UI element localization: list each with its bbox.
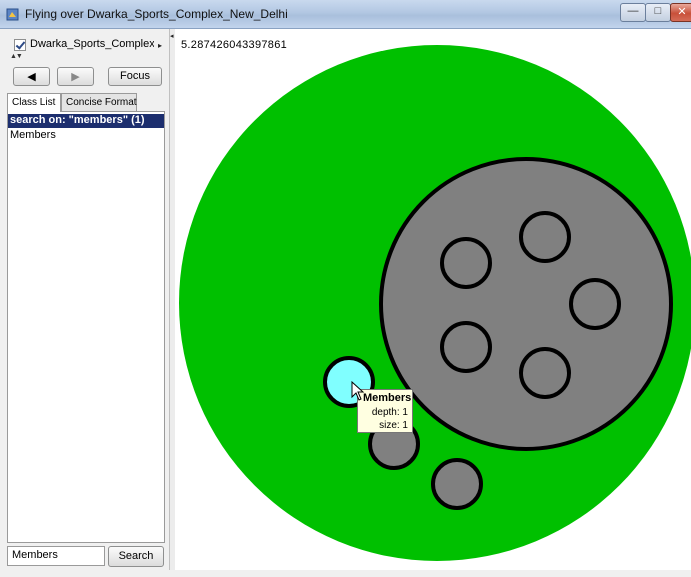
back-button[interactable]: ◀ bbox=[13, 67, 50, 86]
dataset-checkbox-label[interactable]: Dwarka_Sports_Complex_N bbox=[30, 38, 154, 50]
node-tooltip: Members depth: 1 size: 1 bbox=[357, 389, 413, 433]
leaf-circle[interactable] bbox=[440, 321, 492, 373]
leaf-circle[interactable] bbox=[569, 278, 621, 330]
close-button[interactable]: ✕ bbox=[670, 3, 691, 22]
panel-expand-icon[interactable]: ▸ bbox=[158, 41, 162, 50]
tooltip-title: Members bbox=[363, 392, 412, 404]
app-icon bbox=[6, 8, 19, 21]
leaf-circle[interactable] bbox=[440, 237, 492, 289]
visualization-canvas[interactable]: 5.287426043397861 bbox=[175, 29, 691, 577]
left-panel: Dwarka_Sports_Complex_N ▸ ▲▼ ◀ ▶ Focus C… bbox=[0, 29, 170, 577]
dataset-checkbox[interactable] bbox=[14, 39, 26, 51]
focus-button[interactable]: Focus bbox=[108, 67, 162, 86]
tooltip-depth: depth: 1 bbox=[371, 407, 408, 418]
small-circle[interactable] bbox=[431, 458, 483, 510]
bottom-bar bbox=[0, 570, 691, 577]
mouse-cursor-icon bbox=[351, 381, 365, 401]
window-title-bar[interactable]: Flying over Dwarka_Sports_Complex_New_De… bbox=[0, 0, 691, 29]
search-input[interactable]: Members bbox=[7, 546, 105, 566]
forward-button[interactable]: ▶ bbox=[57, 67, 94, 86]
leaf-circle[interactable] bbox=[519, 347, 571, 399]
window-title: Flying over Dwarka_Sports_Complex_New_De… bbox=[25, 7, 288, 21]
circle-packing-view[interactable] bbox=[175, 29, 691, 577]
tab-concise-format[interactable]: Concise Format bbox=[61, 93, 137, 111]
maximize-icon: □ bbox=[654, 5, 662, 17]
leaf-circle[interactable] bbox=[519, 211, 571, 263]
tooltip-size: size: 1 bbox=[379, 420, 408, 431]
splitter-collapse-icon[interactable]: ◂ bbox=[170, 32, 174, 40]
search-results-header: search on: "members" (1) bbox=[8, 114, 164, 128]
focus-button-label: Focus bbox=[120, 70, 150, 82]
minimize-icon: — bbox=[627, 5, 639, 17]
back-arrow-icon: ◀ bbox=[27, 71, 36, 83]
maximize-button[interactable]: □ bbox=[645, 3, 671, 22]
search-button[interactable]: Search bbox=[108, 546, 164, 567]
child-circle-large[interactable] bbox=[379, 157, 673, 451]
minimize-button[interactable]: — bbox=[620, 3, 646, 22]
list-item[interactable]: Members bbox=[10, 129, 56, 141]
class-list[interactable]: search on: "members" (1) Members bbox=[7, 111, 165, 543]
collapse-arrows-icon[interactable]: ▲▼ bbox=[10, 53, 23, 60]
close-icon: ✕ bbox=[677, 6, 687, 18]
forward-arrow-icon: ▶ bbox=[71, 71, 80, 83]
tab-class-list[interactable]: Class List bbox=[7, 93, 61, 112]
